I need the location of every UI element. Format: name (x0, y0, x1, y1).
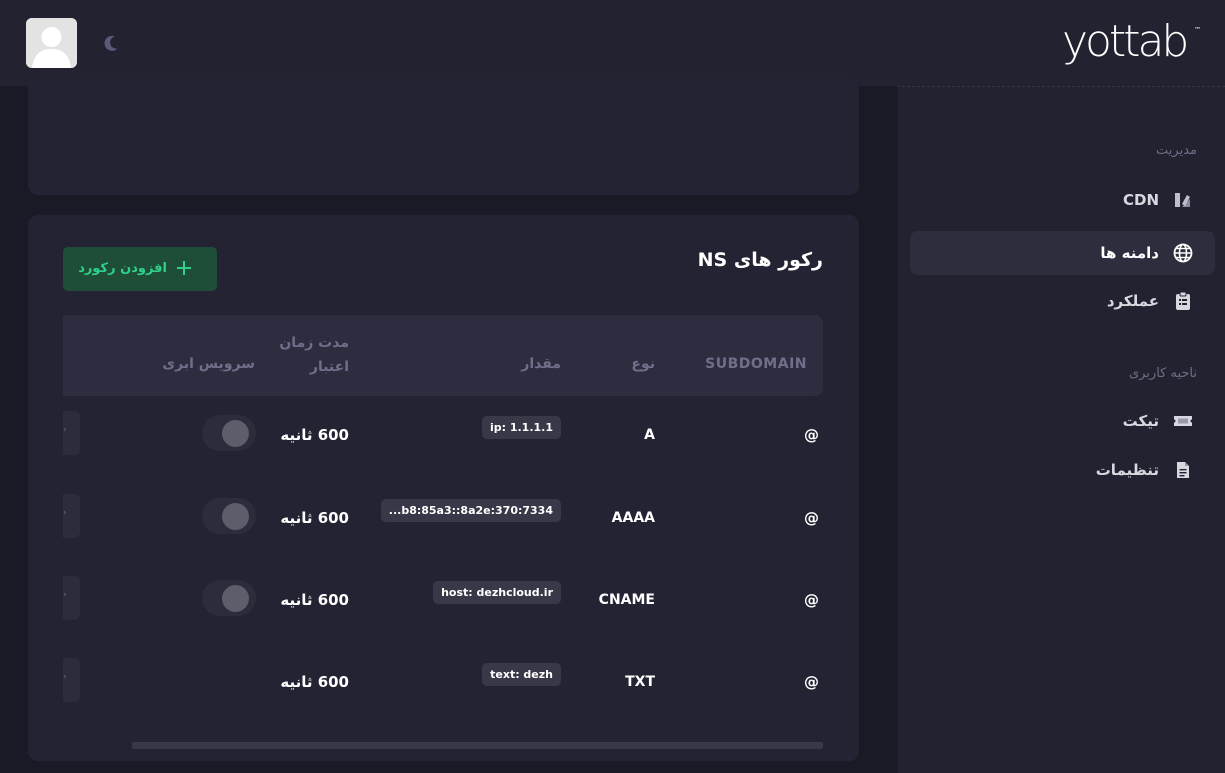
cell-subdomain: @ (804, 509, 819, 527)
cdn-icon (1175, 193, 1190, 207)
cell-ttl: 600 ثانیه (280, 591, 349, 609)
sidebar-item-label: تنظیمات (1095, 461, 1159, 479)
sidebar-item-settings[interactable]: تنظیمات (910, 448, 1215, 492)
yottab-logo[interactable]: yottab ™ (1062, 16, 1204, 68)
sidebar-item-cdn[interactable]: CDN (910, 178, 1215, 222)
user-avatar-icon (26, 18, 77, 68)
horizontal-scrollbar[interactable] (132, 742, 823, 749)
cell-subdomain: @ (804, 426, 819, 444)
cell-type: CNAME (598, 592, 655, 608)
chevron-icon: › (63, 590, 67, 600)
cloud-service-toggle[interactable] (202, 415, 256, 451)
table-row: @ TXT text: dezh 600 ثانیه › (63, 641, 823, 723)
toggle-knob (222, 420, 249, 447)
column-ttl-line1: مدت زمان (279, 335, 349, 351)
ns-records-card: رکور های NS افزودن رکورد SUBDOMAIN نوع م… (28, 215, 859, 761)
sidebar-item-performance[interactable]: عملکرد (910, 279, 1215, 323)
sidebar-item-label: تیکت (1122, 412, 1159, 430)
sidebar-section-user: ناحیه کاربری (1128, 366, 1197, 381)
cloud-service-toggle[interactable] (202, 580, 256, 616)
sidebar-item-label: دامنه ها (1100, 244, 1159, 262)
row-actions-button[interactable]: › (63, 411, 80, 455)
column-ttl-line2: اعتبار (309, 359, 349, 375)
sidebar-item-label: عملکرد (1106, 292, 1159, 310)
add-record-button[interactable]: افزودن رکورد (63, 247, 217, 291)
cell-ttl: 600 ثانیه (280, 426, 349, 444)
content-card-top (28, 76, 859, 195)
cell-type: TXT (625, 674, 655, 690)
sidebar: مدیریت CDN دامنه ها عملکرد ناحیه کاربری … (897, 86, 1225, 773)
cell-type: AAAA (611, 510, 655, 526)
toggle-knob (222, 503, 249, 530)
row-actions-button[interactable]: › (63, 576, 80, 620)
user-avatar[interactable] (26, 18, 77, 68)
cloud-service-toggle[interactable] (202, 498, 256, 534)
moon-icon[interactable] (102, 31, 126, 55)
column-cloud[interactable]: سرویس ابری (162, 356, 255, 372)
logo-text: yottab (1062, 16, 1189, 67)
top-bar: yottab ™ (0, 0, 1225, 86)
chevron-icon: › (63, 672, 67, 682)
row-actions-button[interactable]: › (63, 494, 80, 538)
sidebar-item-ticket[interactable]: تیکت (910, 399, 1215, 443)
column-subdomain[interactable]: SUBDOMAIN (705, 356, 807, 372)
cell-ttl: 600 ثانیه (280, 509, 349, 527)
table-row: @ AAAA ...b8:85a3::8a2e:370:7334 600 ثان… (63, 477, 823, 559)
table-row: @ A ip: 1.1.1.1 600 ثانیه › (63, 394, 823, 476)
column-ttl[interactable]: مدت زمان اعتبار (279, 331, 349, 379)
column-type[interactable]: نوع (631, 356, 655, 372)
cell-subdomain: @ (804, 673, 819, 691)
globe-icon (1173, 243, 1193, 263)
clipboard-icon (1176, 291, 1190, 310)
cell-value-badge: host: dezhcloud.ir (433, 581, 561, 604)
cell-value-badge: ip: 1.1.1.1 (481, 416, 561, 439)
toggle-knob (222, 585, 249, 612)
table-header: SUBDOMAIN نوع مقدار مدت زمان اعتبار سروی… (63, 315, 823, 396)
cell-subdomain: @ (804, 591, 819, 609)
chevron-icon: › (63, 425, 67, 435)
sidebar-item-label: CDN (1122, 191, 1159, 209)
plus-icon (177, 261, 191, 275)
ticket-icon (1174, 416, 1192, 426)
sidebar-item-domains[interactable]: دامنه ها (910, 231, 1215, 275)
sidebar-section-admin: مدیریت (1156, 143, 1197, 158)
chevron-icon: › (63, 508, 67, 518)
cell-value-badge: ...b8:85a3::8a2e:370:7334 (380, 499, 561, 522)
logo-trademark: ™ (1194, 26, 1201, 34)
page-title: رکور های NS (697, 249, 823, 271)
cell-ttl: 600 ثانیه (280, 673, 349, 691)
cell-value-badge: text: dezh (482, 663, 561, 686)
column-value[interactable]: مقدار (521, 356, 561, 372)
table-row: @ CNAME host: dezhcloud.ir 600 ثانیه › (63, 559, 823, 641)
document-icon (1177, 462, 1189, 478)
row-actions-button[interactable]: › (63, 658, 80, 702)
cell-type: A (644, 427, 655, 443)
add-record-label: افزودن رکورد (78, 261, 167, 276)
